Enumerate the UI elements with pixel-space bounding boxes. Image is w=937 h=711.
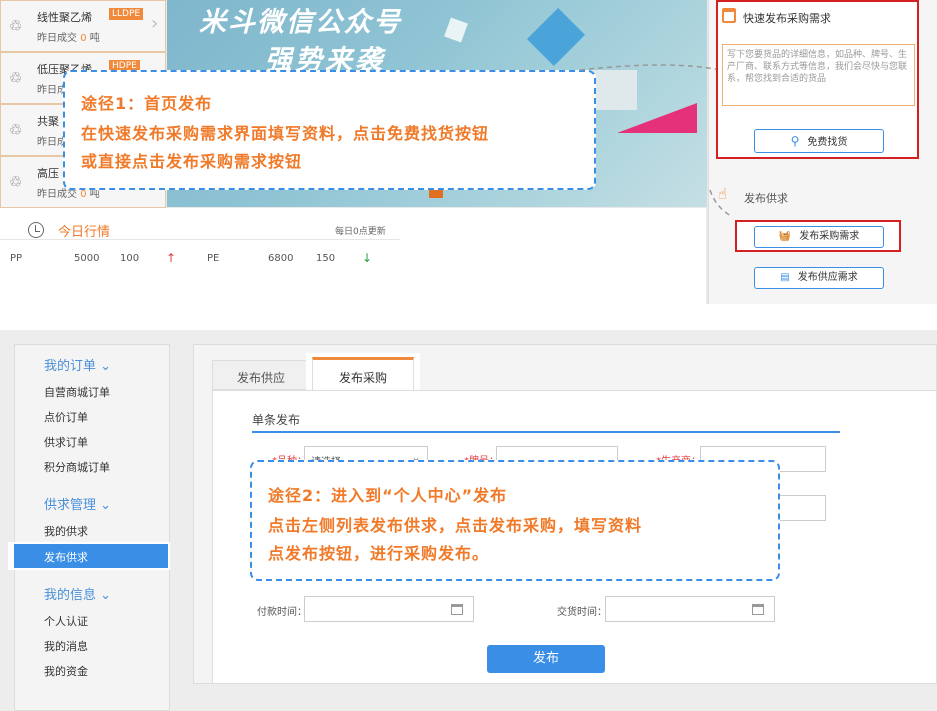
- sidebar-group-orders[interactable]: 我的订单 ⌄: [44, 355, 111, 374]
- product-tag: LLDPE: [109, 8, 144, 20]
- chevron-right-icon: ›: [151, 13, 159, 34]
- sidebar-item[interactable]: 个人认证: [44, 613, 88, 629]
- product-name: 线性聚乙烯: [37, 11, 92, 24]
- hand-icon: ☝: [718, 185, 728, 203]
- calendar-icon: [451, 604, 463, 615]
- sidebar-item[interactable]: 供求订单: [44, 434, 88, 450]
- clock-icon: [28, 222, 44, 238]
- market-price: 6800: [268, 253, 294, 264]
- sidebar-item[interactable]: 积分商城订单: [44, 459, 110, 475]
- personal-center-screenshot: 我的订单 ⌄ 自营商城订单 点价订单 供求订单 积分商城订单 供求管理 ⌄ 我的…: [0, 330, 937, 711]
- search-icon: ⚲: [790, 134, 800, 148]
- arrow-up-icon: ↑: [166, 251, 177, 265]
- market-name: PP: [10, 253, 23, 264]
- banner-title: 米斗微信公众号: [199, 7, 402, 38]
- tab-supply[interactable]: 发布供应: [212, 360, 312, 390]
- free-find-button[interactable]: ⚲ 免费找货: [754, 129, 884, 153]
- chevron-down-icon: ⌄: [100, 588, 112, 603]
- sidebar-group-info[interactable]: 我的信息 ⌄: [44, 584, 111, 603]
- sidebar-item[interactable]: 自营商城订单: [44, 384, 110, 400]
- sidebar-item[interactable]: 我的供求: [44, 523, 88, 539]
- sidebar-item-active[interactable]: 发布供求: [14, 544, 168, 568]
- pay-time-input[interactable]: [304, 596, 474, 622]
- chevron-down-icon: ⌄: [100, 498, 112, 513]
- section-title: 单条发布: [252, 413, 301, 427]
- sidebar-item[interactable]: 我的资金: [44, 663, 88, 679]
- market-name: PE: [207, 253, 220, 264]
- quick-request-box: 快速发布采购需求 写下您要货品的详细信息，如品种、牌号、生产厂商、联系方式等信息…: [716, 0, 919, 159]
- tip-homepage-route: 途径1：首页发布 在快速发布采购需求界面填写资料，点击免费找货按钮 或直接点击发…: [63, 70, 596, 190]
- market-change: 150: [316, 253, 336, 264]
- quick-title: 快速发布采购需求: [743, 12, 831, 25]
- sidebar-item[interactable]: 我的消息: [44, 638, 88, 654]
- chevron-down-icon: ⌄: [100, 359, 112, 374]
- tip-personal-center-route: 途径2：进入到“个人中心”发布 点击左侧列表发布供求，点击发布采购，填写资料 点…: [250, 460, 780, 581]
- arrow-down-icon: ↓: [362, 251, 373, 265]
- store-icon: ▤: [780, 272, 790, 283]
- recycle-icon: ♲: [9, 69, 23, 87]
- notepad-icon: [722, 8, 736, 23]
- sidebar-group-supply[interactable]: 供求管理 ⌄: [44, 494, 111, 513]
- publish-supply-button[interactable]: ▤ 发布供应需求: [754, 267, 884, 289]
- market-header: 今日行情 每日0点更新: [0, 212, 400, 240]
- decor-cube: [444, 17, 468, 43]
- publish-supply-label: 发布供求: [744, 192, 788, 205]
- calendar-icon: [752, 604, 764, 615]
- publish-purchase-button[interactable]: 🧺 发布采购需求: [754, 226, 884, 248]
- sidebar-item[interactable]: 点价订单: [44, 409, 88, 425]
- market-update-note: 每日0点更新: [335, 227, 386, 237]
- homepage-screenshot: ♲ 线性聚乙烯 LLDPE 昨日成交 0 吨 › ♲ 低压聚乙烯 HDPE 昨日…: [0, 0, 937, 304]
- tab-purchase[interactable]: 发布采购: [312, 357, 414, 391]
- connector-lines: [579, 64, 730, 217]
- section-underline: [252, 431, 840, 433]
- recycle-icon: ♲: [9, 173, 23, 191]
- product-name: 共聚: [37, 115, 59, 128]
- product-deal: 昨日成交 0 吨: [37, 33, 100, 44]
- market-change: 100: [120, 253, 140, 264]
- deliver-time-input[interactable]: [605, 596, 775, 622]
- market-title: 今日行情: [58, 225, 111, 240]
- product-card[interactable]: ♲ 线性聚乙烯 LLDPE 昨日成交 0 吨 ›: [0, 0, 166, 52]
- publish-button[interactable]: 发布: [487, 645, 605, 673]
- market-price: 5000: [74, 253, 100, 264]
- request-textarea[interactable]: 写下您要货品的详细信息，如品种、牌号、生产厂商、联系方式等信息，我们会尽快与您联…: [722, 44, 915, 106]
- basket-icon: 🧺: [778, 231, 792, 242]
- recycle-icon: ♲: [9, 121, 23, 139]
- product-name: 高压: [37, 167, 59, 180]
- recycle-icon: ♲: [9, 17, 23, 35]
